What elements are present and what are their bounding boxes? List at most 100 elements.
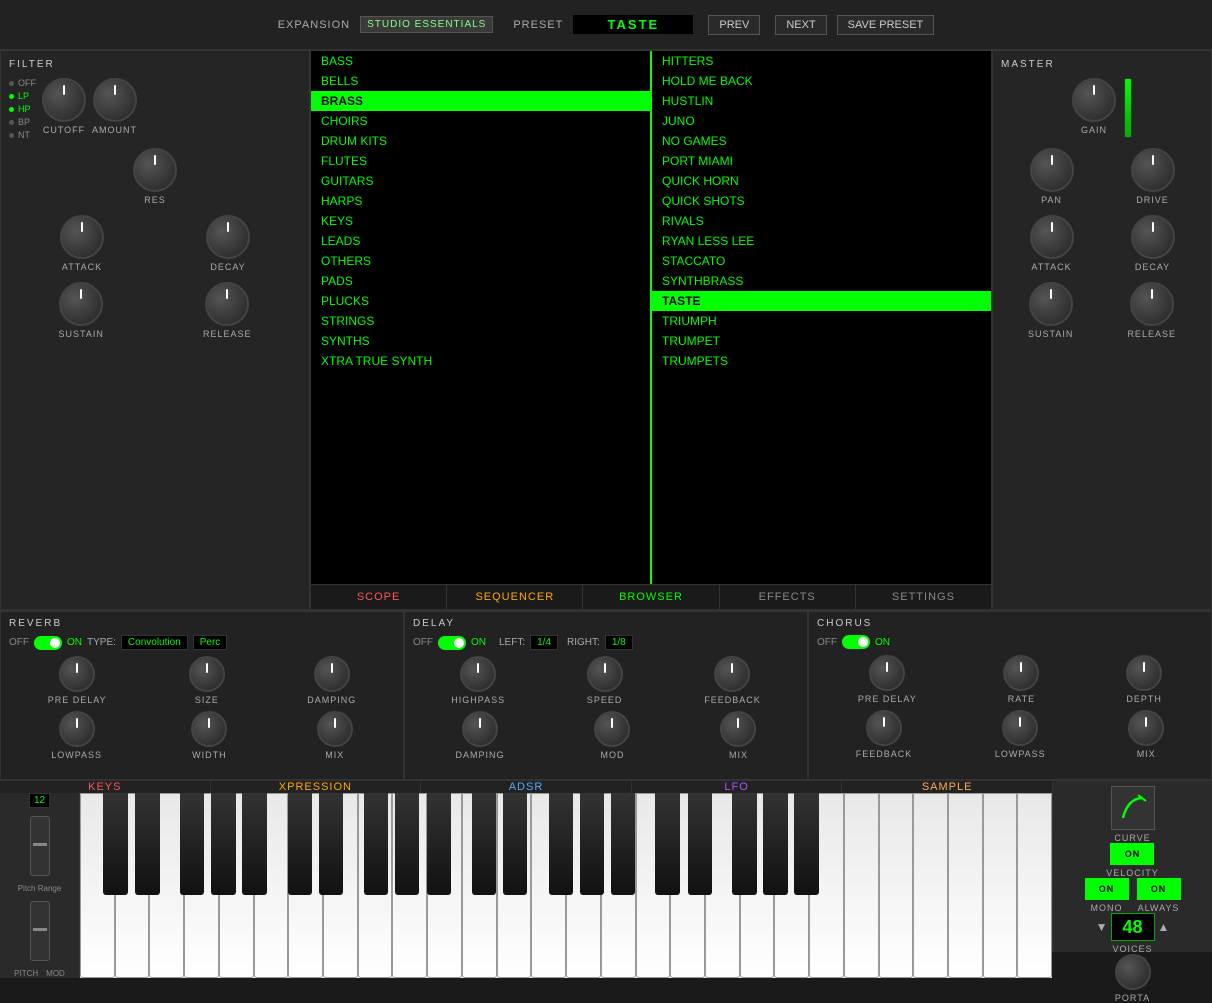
list-item[interactable]: DRUM KITS: [311, 131, 650, 151]
mod-slider[interactable]: [30, 901, 50, 961]
white-key[interactable]: [948, 793, 983, 978]
curve-button[interactable]: [1111, 786, 1155, 830]
list-item[interactable]: CHOIRS: [311, 111, 650, 131]
list-item[interactable]: PADS: [311, 271, 650, 291]
chorus-feedback-knob[interactable]: [866, 710, 902, 746]
amount-knob[interactable]: [93, 78, 137, 122]
white-key[interactable]: [879, 793, 914, 978]
list-item[interactable]: RIVALS: [652, 211, 991, 231]
black-key[interactable]: [288, 793, 312, 895]
delay-feedback-knob[interactable]: [714, 656, 750, 692]
prev-button[interactable]: PREV: [708, 15, 760, 35]
list-item[interactable]: HUSTLIN: [652, 91, 991, 111]
black-key[interactable]: [472, 793, 496, 895]
list-item[interactable]: STRINGS: [311, 311, 650, 331]
res-knob[interactable]: [133, 148, 177, 192]
tab-adsr[interactable]: ADSR: [421, 781, 632, 793]
browser-category-list[interactable]: BASS BELLS BRASS CHOIRS DRUM KITS FLUTES…: [311, 51, 652, 584]
list-item[interactable]: FLUTES: [311, 151, 650, 171]
piano-keyboard[interactable]: [80, 793, 1052, 978]
master-drive-knob[interactable]: [1131, 148, 1175, 192]
list-item[interactable]: HARPS: [311, 191, 650, 211]
filter-attack-knob[interactable]: [60, 215, 104, 259]
black-key[interactable]: [364, 793, 388, 895]
filter-release-knob[interactable]: [205, 282, 249, 326]
list-item[interactable]: PLUCKS: [311, 291, 650, 311]
list-item[interactable]: QUICK HORN: [652, 171, 991, 191]
list-item[interactable]: XTRA TRUE SYNTH: [311, 351, 650, 371]
reverb-toggle[interactable]: [34, 636, 62, 650]
list-item-brass[interactable]: BRASS: [311, 91, 650, 111]
list-item[interactable]: BELLS: [311, 71, 650, 91]
delay-mod-knob[interactable]: [594, 711, 630, 747]
filter-decay-knob[interactable]: [206, 215, 250, 259]
list-item[interactable]: SYNTHBRASS: [652, 271, 991, 291]
chorus-toggle[interactable]: [842, 635, 870, 649]
tab-settings[interactable]: SETTINGS: [856, 585, 991, 609]
tab-keys[interactable]: KEYS: [0, 781, 211, 793]
master-pan-knob[interactable]: [1030, 148, 1074, 192]
chorus-mix-knob[interactable]: [1128, 710, 1164, 746]
black-key[interactable]: [319, 793, 343, 895]
list-item[interactable]: TRUMPETS: [652, 351, 991, 371]
master-release-knob[interactable]: [1130, 282, 1174, 326]
black-key[interactable]: [180, 793, 204, 895]
voices-up-arrow[interactable]: ▲: [1158, 920, 1170, 934]
black-key[interactable]: [763, 793, 787, 895]
list-item[interactable]: KEYS: [311, 211, 650, 231]
delay-speed-knob[interactable]: [587, 656, 623, 692]
list-item[interactable]: GUITARS: [311, 171, 650, 191]
next-button[interactable]: NEXT: [775, 15, 826, 35]
black-key[interactable]: [395, 793, 419, 895]
reverb-predelay-knob[interactable]: [59, 656, 95, 692]
list-item-taste[interactable]: TASTE: [652, 291, 991, 311]
black-key[interactable]: [794, 793, 818, 895]
list-item[interactable]: BASS: [311, 51, 650, 71]
tab-xpression[interactable]: XPRESSION: [211, 781, 422, 793]
tab-browser[interactable]: BROWSER: [583, 585, 719, 609]
black-key[interactable]: [103, 793, 127, 895]
delay-highpass-knob[interactable]: [460, 656, 496, 692]
chorus-depth-knob[interactable]: [1126, 655, 1162, 691]
master-attack-knob[interactable]: [1030, 215, 1074, 259]
list-item[interactable]: HITTERS: [652, 51, 991, 71]
black-key[interactable]: [549, 793, 573, 895]
black-key[interactable]: [503, 793, 527, 895]
white-key[interactable]: [844, 793, 879, 978]
list-item[interactable]: TRUMPET: [652, 331, 991, 351]
black-key[interactable]: [135, 793, 159, 895]
delay-mix-knob[interactable]: [720, 711, 756, 747]
list-item[interactable]: HOLD ME BACK: [652, 71, 991, 91]
black-key[interactable]: [655, 793, 679, 895]
master-decay-knob[interactable]: [1131, 215, 1175, 259]
list-item[interactable]: QUICK SHOTS: [652, 191, 991, 211]
list-item[interactable]: SYNTHS: [311, 331, 650, 351]
white-key[interactable]: [983, 793, 1018, 978]
save-preset-button[interactable]: SAVE PRESET: [837, 15, 935, 35]
white-key[interactable]: [913, 793, 948, 978]
black-key[interactable]: [211, 793, 235, 895]
list-item[interactable]: PORT MIAMI: [652, 151, 991, 171]
tab-lfo[interactable]: LFO: [632, 781, 843, 793]
velocity-button[interactable]: ON: [1110, 843, 1154, 865]
master-sustain-knob[interactable]: [1029, 282, 1073, 326]
master-gain-knob[interactable]: [1072, 78, 1116, 122]
voices-down-arrow[interactable]: ▼: [1096, 920, 1108, 934]
black-key[interactable]: [580, 793, 604, 895]
black-key[interactable]: [732, 793, 756, 895]
reverb-mix-knob[interactable]: [317, 711, 353, 747]
list-item[interactable]: NO GAMES: [652, 131, 991, 151]
reverb-size-knob[interactable]: [189, 656, 225, 692]
always-button[interactable]: ON: [1137, 878, 1181, 900]
list-item[interactable]: RYAN LESS LEE: [652, 231, 991, 251]
black-key[interactable]: [688, 793, 712, 895]
tab-sequencer[interactable]: SEQUENCER: [447, 585, 583, 609]
list-item[interactable]: LEADS: [311, 231, 650, 251]
list-item[interactable]: TRIUMPH: [652, 311, 991, 331]
tab-effects[interactable]: EFFECTS: [720, 585, 856, 609]
black-key[interactable]: [427, 793, 451, 895]
porta-knob[interactable]: [1115, 954, 1151, 990]
chorus-lowpass-knob[interactable]: [1002, 710, 1038, 746]
mono-button[interactable]: ON: [1085, 878, 1129, 900]
cutoff-knob[interactable]: [42, 78, 86, 122]
